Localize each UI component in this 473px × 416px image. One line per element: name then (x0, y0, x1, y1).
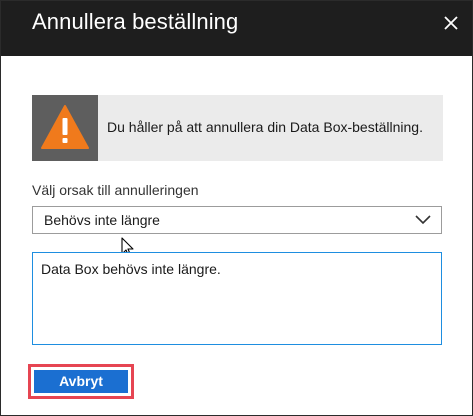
chevron-down-icon (415, 215, 431, 225)
reason-dropdown[interactable]: Behövs inte längre (32, 206, 442, 234)
cancel-button[interactable]: Avbryt (34, 370, 128, 393)
comment-textarea[interactable]: Data Box behövs inte längre. (32, 252, 442, 345)
warning-banner: Du håller på att annullera din Data Box-… (32, 95, 443, 161)
dialog-header: Annullera beställning (1, 1, 472, 56)
cancel-order-dialog: Annullera beställning Du håller på att a… (0, 0, 473, 416)
close-icon (444, 16, 458, 30)
reason-selected-value: Behövs inte längre (44, 212, 160, 228)
warning-message: Du håller på att annullera din Data Box-… (107, 119, 423, 135)
close-button[interactable] (437, 9, 465, 37)
warning-triangle-icon (41, 105, 89, 149)
reason-label: Välj orsak till annulleringen (32, 182, 199, 198)
warning-icon-container (32, 95, 98, 161)
dialog-title: Annullera beställning (32, 9, 239, 34)
